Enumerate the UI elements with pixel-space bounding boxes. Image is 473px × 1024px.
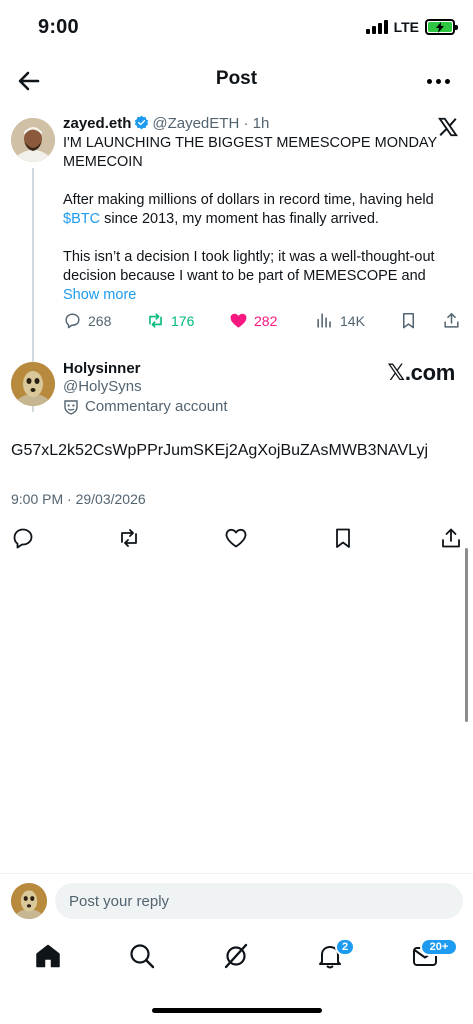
avatar[interactable] — [11, 362, 55, 406]
reply-count: 268 — [88, 312, 112, 329]
bookmark-button[interactable] — [399, 311, 418, 330]
bookmark-icon[interactable] — [331, 526, 355, 550]
signal-icon — [365, 20, 388, 34]
heart-filled-icon — [230, 313, 247, 328]
post-header: Post — [0, 58, 473, 102]
account-label: Commentary account — [63, 398, 228, 415]
bottom-nav: 2 20+ — [0, 938, 473, 978]
page-title: Post — [215, 68, 258, 89]
account-label-text: Commentary account — [85, 398, 228, 415]
network-label: LTE — [393, 19, 419, 35]
main-post-actions — [0, 526, 473, 552]
author-name[interactable]: Holysinner — [63, 360, 141, 377]
more-options-button[interactable] — [423, 66, 453, 96]
author-handle[interactable]: @ZayedETH — [152, 115, 239, 132]
cashtag-link[interactable]: $BTC — [63, 211, 100, 227]
avatar-image — [11, 118, 55, 162]
reply-icon[interactable] — [11, 526, 35, 550]
post-text-paragraph: This isn’t a decision I took lightly; it… — [63, 248, 441, 305]
messages-badge: 20+ — [420, 938, 458, 956]
reply-button[interactable]: 268 — [63, 311, 111, 330]
like-button[interactable]: 282 — [229, 311, 277, 330]
verified-badge-icon — [135, 115, 149, 130]
commentary-mask-icon — [64, 399, 78, 415]
views-button[interactable]: 14K — [315, 311, 365, 330]
notifications-badge: 2 — [335, 938, 355, 956]
bookmark-icon — [402, 313, 415, 329]
main-post-text: G57xL2k52CsWpPPrJumSKEj2AgXojBuZAsMWB3NA… — [11, 442, 429, 459]
heart-icon[interactable] — [224, 526, 248, 550]
text-segment: After making millions of dollars in reco… — [63, 192, 434, 208]
home-indicator — [152, 1008, 322, 1013]
avatar-image — [11, 362, 55, 406]
repost-icon[interactable] — [117, 526, 141, 550]
parent-post-text: I'M LAUNCHING THE BIGGEST MEMESCOPE MOND… — [63, 134, 441, 305]
grok-icon[interactable] — [222, 942, 250, 970]
views-chart-icon — [317, 313, 331, 328]
dot — [444, 78, 450, 84]
share-icon[interactable] — [439, 526, 463, 550]
source-label: 𝕏.com — [387, 360, 455, 385]
text-segment: This isn’t a decision I took lightly; it… — [63, 249, 435, 284]
my-avatar[interactable] — [11, 883, 47, 919]
status-time: 9:00 — [38, 16, 79, 38]
view-count: 14K — [340, 312, 365, 329]
reply-input[interactable]: Post your reply — [55, 883, 463, 919]
text-segment: since 2013, my moment has finally arrive… — [100, 211, 379, 227]
status-bar: 9:00 LTE — [0, 0, 473, 56]
like-count: 282 — [254, 312, 278, 329]
reply-icon — [65, 313, 80, 329]
x-logo-icon — [437, 117, 459, 137]
search-icon[interactable] — [128, 942, 156, 970]
author-handle[interactable]: @HolySyns — [63, 378, 142, 395]
post-timestamp: 9:00 PM · 29/03/2026 — [11, 491, 146, 507]
divider — [0, 873, 473, 874]
show-more-link[interactable]: Show more — [63, 287, 136, 303]
post-time: · 1h — [243, 115, 270, 132]
dot — [435, 78, 441, 84]
post-text-paragraph: After making millions of dollars in reco… — [63, 191, 441, 229]
scrollbar[interactable] — [465, 548, 468, 722]
repost-count: 176 — [171, 312, 195, 329]
repost-button[interactable]: 176 — [146, 311, 194, 330]
status-indicators: LTE — [365, 19, 458, 35]
post-text-line: I'M LAUNCHING THE BIGGEST MEMESCOPE MOND… — [63, 135, 437, 170]
parent-post-body: zayed.eth @ZayedETH · 1h I'M LAUNCHING TH… — [63, 114, 441, 305]
dot — [426, 78, 432, 84]
parent-post-header: zayed.eth @ZayedETH · 1h — [63, 114, 441, 134]
parent-post-actions: 268 176 282 14K — [63, 311, 463, 339]
author-name[interactable]: zayed.eth — [63, 115, 131, 132]
battery-icon — [425, 19, 458, 35]
share-button[interactable] — [442, 311, 461, 330]
main-post-header: Holysinner @HolySyns Commentary account … — [0, 360, 473, 420]
avatar[interactable] — [11, 118, 55, 162]
avatar-image — [11, 883, 47, 919]
repost-icon — [149, 313, 162, 328]
home-icon[interactable] — [34, 942, 62, 970]
share-icon — [444, 313, 459, 328]
